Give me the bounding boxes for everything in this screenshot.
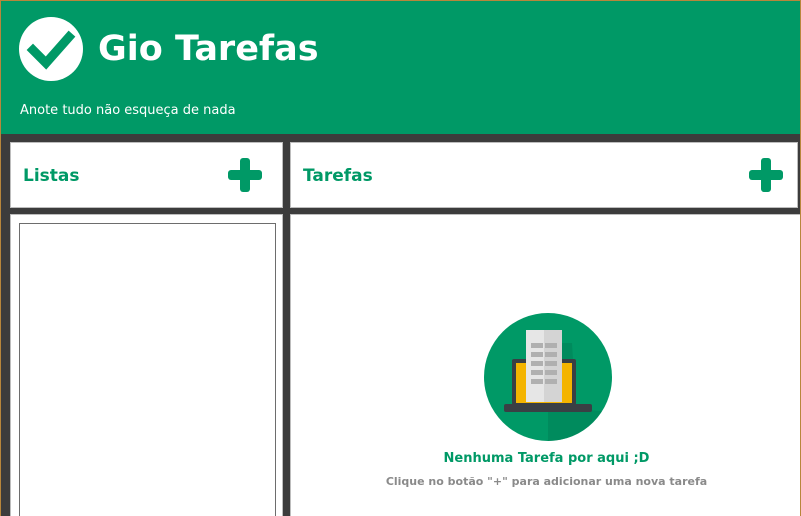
laptop-document-icon — [484, 313, 612, 441]
add-list-button[interactable] — [228, 158, 262, 192]
empty-state-hint: Clique no botão "+" para adicionar uma n… — [385, 475, 708, 488]
add-task-button[interactable] — [749, 158, 783, 192]
app-subtitle: Anote tudo não esqueça de nada — [20, 103, 236, 118]
lists-title: Listas — [23, 166, 80, 186]
lists-panel-body — [10, 214, 283, 516]
check-icon — [26, 30, 76, 70]
app-header: Gio Tarefas Anote tudo não esqueça de na… — [1, 1, 800, 134]
tasks-panel-body: Nenhuma Tarefa por aqui ;D Clique no bot… — [290, 214, 801, 516]
logo — [19, 17, 83, 81]
app-title: Gio Tarefas — [98, 29, 319, 69]
tasks-panel-header: Tarefas — [290, 142, 798, 208]
empty-state-title: Nenhuma Tarefa por aqui ;D — [443, 451, 650, 466]
lists-listbox[interactable] — [19, 223, 276, 516]
lists-panel-header: Listas — [10, 142, 283, 208]
tasks-title: Tarefas — [303, 166, 373, 186]
